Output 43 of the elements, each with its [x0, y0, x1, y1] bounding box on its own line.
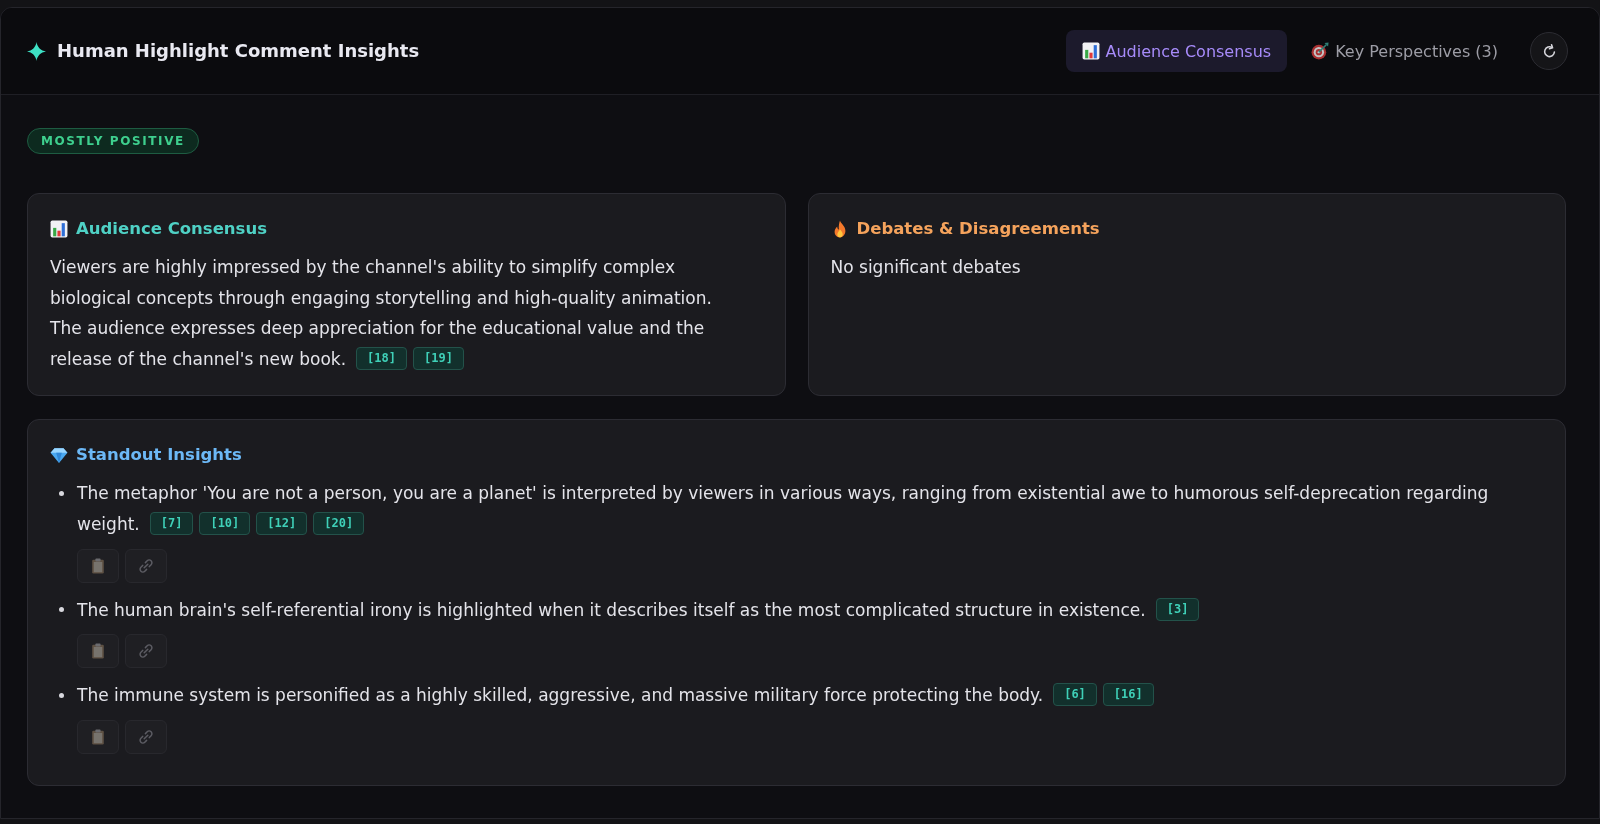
- citation-button[interactable]: [10]: [199, 511, 251, 535]
- citation-button[interactable]: [3]: [1155, 597, 1200, 621]
- bar-chart-icon: [50, 220, 68, 238]
- clipboard-icon: [90, 557, 106, 574]
- tab[interactable]: Key Perspectives (3): [1295, 30, 1514, 72]
- citation-button[interactable]: [18]: [356, 346, 407, 370]
- section-title: Audience Consensus: [76, 218, 267, 240]
- tab[interactable]: Audience Consensus: [1065, 30, 1288, 72]
- citation-button[interactable]: [19]: [413, 346, 464, 370]
- bullet-icon: [59, 692, 64, 698]
- link-button[interactable]: [125, 634, 167, 669]
- section-title: Debates & Disagreements: [856, 218, 1100, 240]
- link-button[interactable]: [125, 719, 167, 754]
- sentiment-badge: MOSTLY POSITIVE: [27, 128, 199, 154]
- insight-text: The human brain's self-referential irony is highlighted when it describes itself as the most complicated structure in existence. [3]: [77, 594, 1521, 626]
- sparkle-icon: [27, 41, 46, 61]
- link-icon: [138, 728, 154, 745]
- citation-button[interactable]: [16]: [1102, 683, 1154, 707]
- link-button[interactable]: [125, 548, 167, 583]
- insight-text: The metaphor 'You are not a person, you are a planet' is interpreted by viewers in various ways, ranging from existential awe to humorous self-deprecation regarding weight. [7] [10] [12] [20]: [77, 482, 1490, 537]
- refresh-icon: [1541, 43, 1557, 59]
- panel-title: Human Highlight Comment Insights: [57, 39, 420, 63]
- gem-icon: [50, 446, 68, 465]
- copy-button[interactable]: [77, 719, 119, 754]
- section-text: Viewers are highly impressed by the channel's ability to simplify complex biological concepts through engaging storytelling and high-quality animation. The audience expresses deep appreciation for the educational value and the release of the channel's new book. [18] [19]: [50, 256, 713, 372]
- copy-button[interactable]: [77, 634, 119, 669]
- bar-chart-icon: [1081, 42, 1100, 60]
- link-icon: [138, 643, 154, 660]
- citation-button[interactable]: [6]: [1053, 683, 1097, 707]
- clipboard-icon: [90, 643, 106, 660]
- refresh-button[interactable]: [1530, 32, 1568, 70]
- bullet-icon: [59, 607, 64, 613]
- bullet-icon: [59, 491, 64, 497]
- section-title: Standout Insights: [76, 444, 242, 467]
- link-icon: [138, 557, 154, 574]
- section-text: No significant debates: [830, 256, 1022, 279]
- citation-button[interactable]: [7]: [149, 511, 194, 535]
- insight-text: The immune system is personified as a highly skilled, aggressive, and massive military force protecting the body. [6] [16]: [77, 680, 1521, 711]
- clipboard-icon: [90, 728, 106, 745]
- target-icon: [1311, 42, 1330, 60]
- citation-button[interactable]: [20]: [313, 511, 365, 535]
- copy-button[interactable]: [77, 548, 119, 583]
- citation-button[interactable]: [12]: [256, 511, 308, 535]
